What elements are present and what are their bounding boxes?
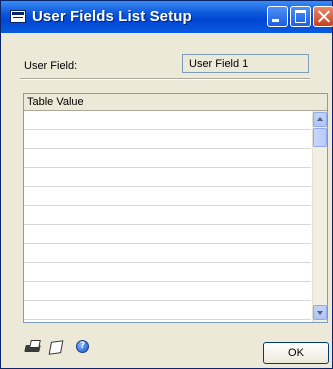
table-row[interactable] bbox=[24, 187, 311, 206]
window-app-icon bbox=[10, 10, 26, 23]
scroll-up-button[interactable] bbox=[313, 112, 327, 127]
table-row[interactable] bbox=[24, 301, 311, 320]
table-value-grid: Table Value bbox=[23, 93, 328, 323]
table-row[interactable] bbox=[24, 168, 311, 187]
maximize-button[interactable] bbox=[290, 6, 311, 27]
table-row[interactable] bbox=[24, 206, 311, 225]
table-row[interactable] bbox=[24, 149, 311, 168]
table-row[interactable] bbox=[24, 111, 311, 130]
window-title: User Fields List Setup bbox=[32, 8, 192, 25]
scroll-thumb[interactable] bbox=[313, 128, 327, 147]
scroll-down-button[interactable] bbox=[313, 305, 327, 320]
table-row[interactable] bbox=[24, 282, 311, 301]
table-row[interactable] bbox=[24, 244, 311, 263]
table-column-header: Table Value bbox=[24, 94, 327, 111]
help-icon[interactable]: ? bbox=[76, 340, 89, 353]
minimize-button[interactable] bbox=[267, 6, 288, 27]
dialog-window: User Fields List Setup User Field: User … bbox=[0, 0, 333, 369]
user-field-label: User Field: bbox=[24, 60, 78, 72]
table-row[interactable] bbox=[24, 225, 311, 244]
note-icon[interactable] bbox=[48, 340, 63, 354]
close-button[interactable] bbox=[313, 6, 333, 27]
table-row[interactable] bbox=[24, 130, 311, 149]
table-row[interactable] bbox=[24, 263, 311, 282]
title-bar[interactable]: User Fields List Setup bbox=[1, 1, 333, 33]
ok-button[interactable]: OK bbox=[263, 342, 329, 364]
user-field-value: User Field 1 bbox=[182, 54, 309, 73]
vertical-scrollbar[interactable] bbox=[312, 111, 327, 322]
separator-line bbox=[20, 78, 310, 80]
printer-icon[interactable] bbox=[25, 340, 41, 354]
